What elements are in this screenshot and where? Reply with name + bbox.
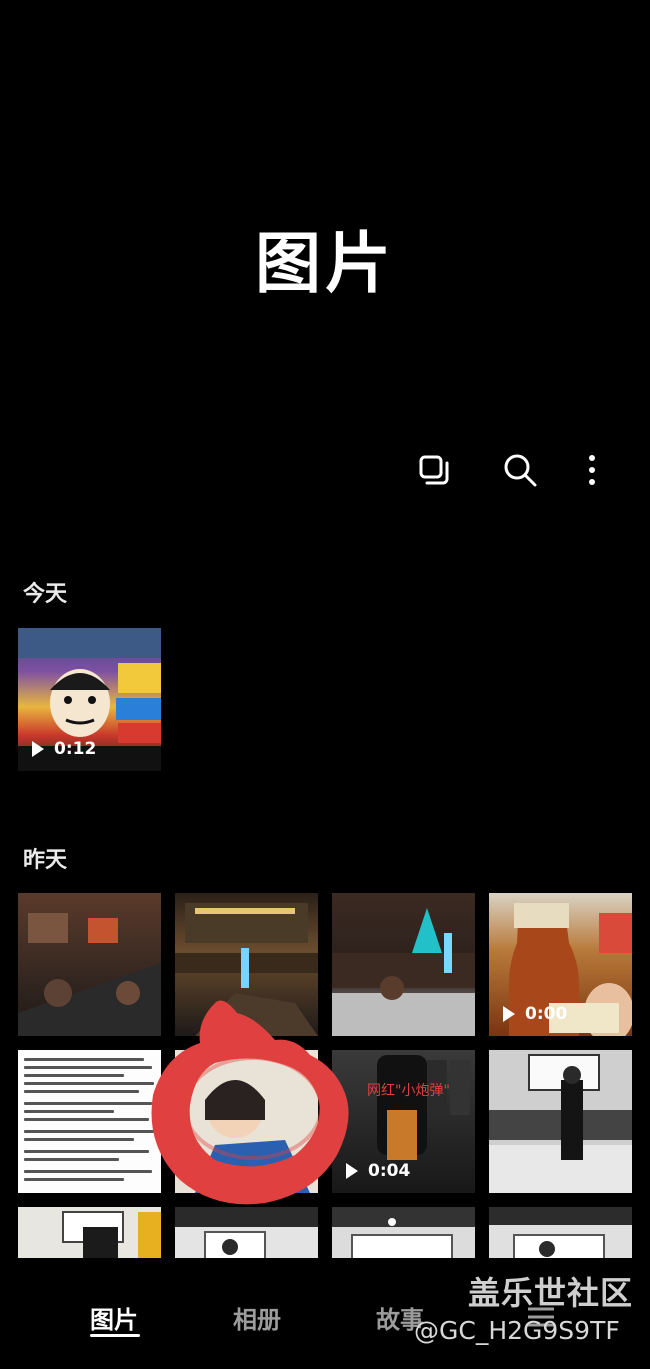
watermark-user-id: @GC_H2G9S9TF	[414, 1316, 620, 1345]
more-vertical-icon[interactable]	[572, 450, 612, 490]
overlay-caption: 网红"小炮弹"	[367, 1083, 450, 1099]
nav-tab-pictures[interactable]: 图片	[90, 1300, 138, 1335]
thumbnail-video[interactable]: 0:12	[18, 628, 161, 771]
play-icon	[32, 741, 44, 757]
thumbnail-photo[interactable]	[489, 1207, 632, 1260]
play-icon	[503, 1006, 515, 1022]
section-label-yesterday: 昨天	[23, 848, 68, 873]
thumbnail-photo[interactable]	[18, 1207, 161, 1260]
page-title: 图片	[255, 225, 395, 302]
section-label-today: 今天	[23, 582, 68, 607]
thumbnail-document[interactable]	[18, 1050, 161, 1193]
annotation-circle	[151, 1000, 349, 1205]
active-tab-indicator	[90, 1334, 140, 1337]
search-icon[interactable]	[500, 450, 540, 490]
thumbnail-photo[interactable]	[18, 893, 161, 1036]
watermark-community: 盖乐世社区	[468, 1274, 634, 1312]
thumbnail-photo[interactable]	[489, 1050, 632, 1193]
thumbnail-video[interactable]: 0:00	[489, 893, 632, 1036]
video-duration: 0:00	[503, 1004, 567, 1024]
select-multiple-icon[interactable]	[414, 450, 454, 490]
nav-tab-albums[interactable]: 相册	[233, 1300, 281, 1335]
video-duration: 0:12	[32, 739, 96, 759]
